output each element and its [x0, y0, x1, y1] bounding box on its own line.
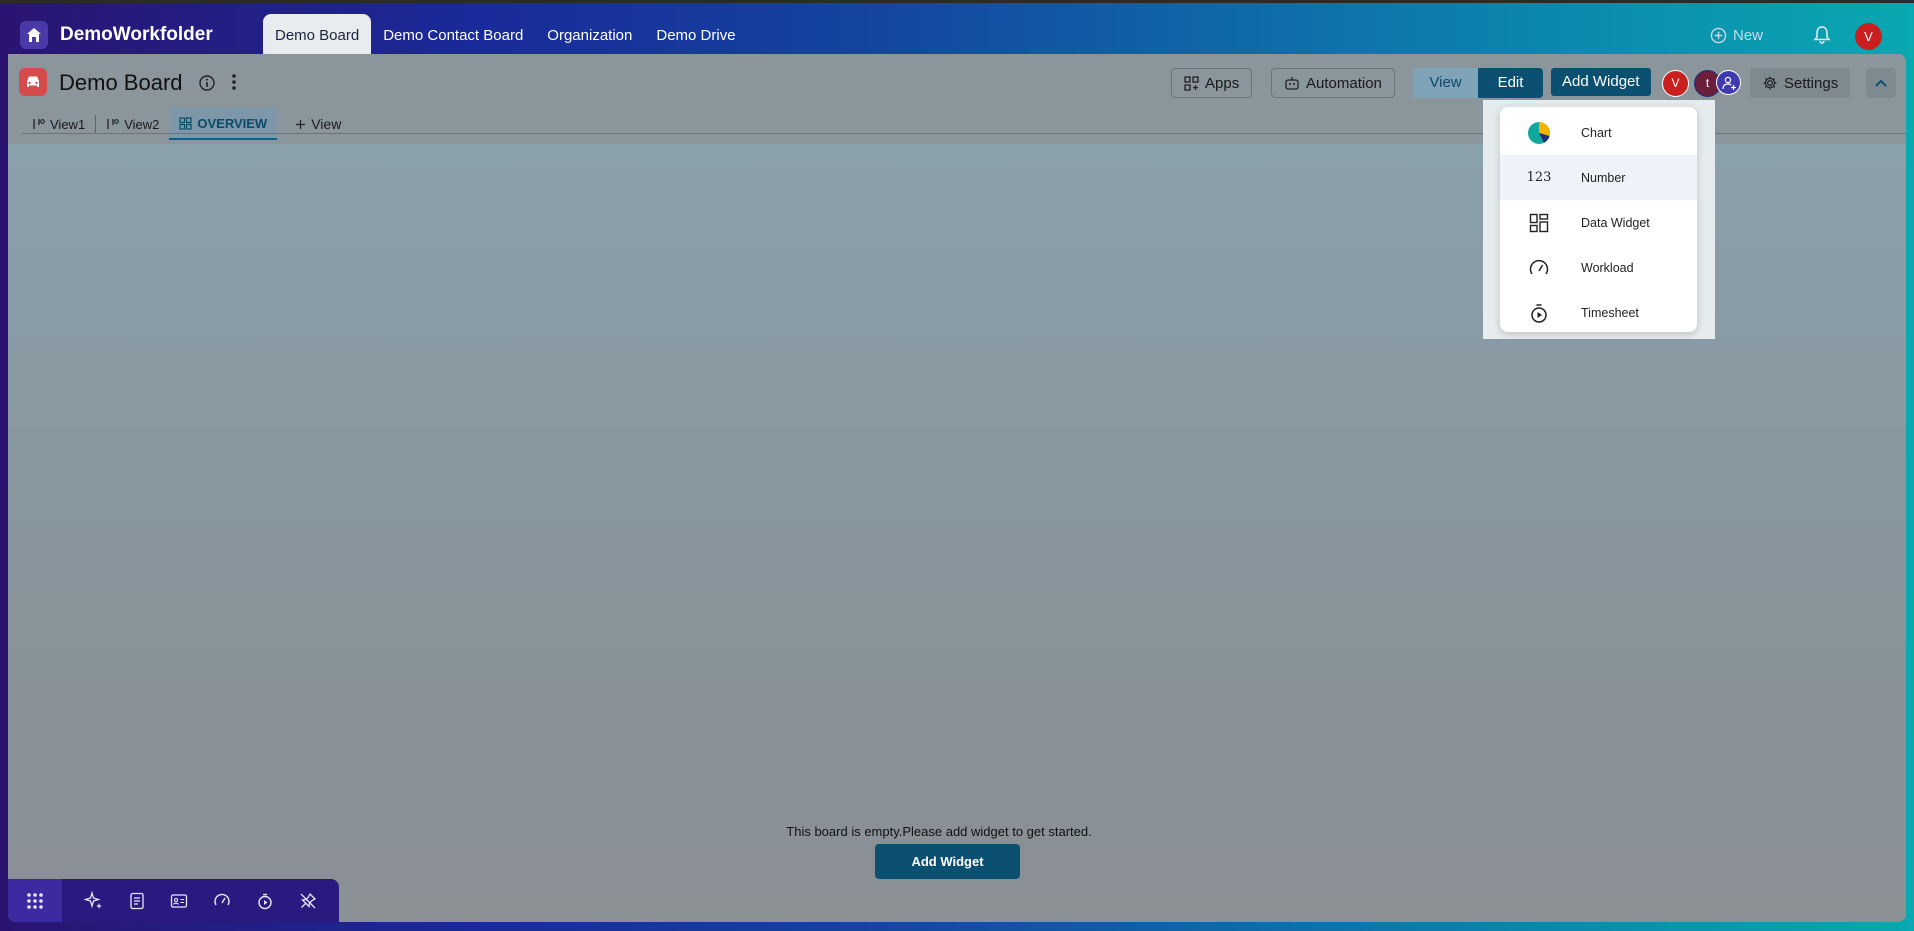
- add-widget-button[interactable]: Add Widget: [1551, 68, 1651, 96]
- member-initial: t: [1705, 76, 1710, 90]
- view-tab-view1[interactable]: View1: [22, 108, 95, 140]
- dashboard-icon: [179, 116, 192, 130]
- automation-label: Automation: [1306, 74, 1382, 92]
- empty-state-message: This board is empty.Please add widget to…: [786, 824, 1092, 839]
- menu-item-label: Data Widget: [1581, 215, 1650, 230]
- apps-dots-icon: [27, 892, 43, 909]
- notifications-button[interactable]: [1812, 25, 1832, 50]
- board-tabs: Demo Board Demo Contact Board Organizati…: [263, 14, 748, 54]
- robot-icon: [1285, 76, 1299, 90]
- board-title: Demo Board: [59, 70, 183, 95]
- menu-item-chart[interactable]: Chart: [1500, 110, 1697, 155]
- kanban-icon: [33, 119, 45, 129]
- grid-widget-icon: [1526, 210, 1552, 236]
- add-widget-menu: Chart 123 Number Data Widget Workload Ti…: [1500, 107, 1697, 332]
- menu-item-label: Chart: [1581, 125, 1612, 140]
- automation-button[interactable]: Automation: [1271, 68, 1395, 98]
- gauge-icon: [1526, 255, 1552, 281]
- car-icon: [27, 76, 39, 87]
- user-avatar[interactable]: V: [1855, 23, 1882, 50]
- add-member-button[interactable]: [1716, 70, 1741, 95]
- member-avatar[interactable]: V: [1662, 70, 1689, 97]
- menu-item-label: Number: [1581, 170, 1626, 185]
- kanban-icon: [107, 119, 120, 129]
- menu-item-data-widget[interactable]: Data Widget: [1500, 200, 1697, 245]
- view-tab-label: View1: [50, 116, 86, 132]
- sparkle-icon[interactable]: [84, 890, 104, 911]
- board-more-button[interactable]: [230, 72, 238, 97]
- top-navigation: DemoWorkfolder Demo Board Demo Contact B…: [0, 3, 1914, 54]
- chevron-up-icon: [1875, 79, 1887, 87]
- bell-icon: [1813, 26, 1831, 44]
- menu-item-workload[interactable]: Workload: [1500, 245, 1697, 290]
- home-icon: [27, 28, 41, 42]
- new-button-label: New: [1733, 27, 1764, 44]
- collapse-header-button[interactable]: [1866, 68, 1896, 98]
- view-tab-overview[interactable]: OVERVIEW: [169, 108, 278, 140]
- app-launcher-button[interactable]: [8, 879, 62, 922]
- info-icon: [199, 75, 215, 91]
- apps-grid-icon: [1184, 75, 1199, 91]
- bottom-toolbar: [62, 879, 339, 922]
- workspace-name[interactable]: DemoWorkfolder: [60, 24, 213, 46]
- plus-circle-icon: [1710, 27, 1727, 44]
- unpin-icon[interactable]: [299, 892, 317, 910]
- edit-mode-button[interactable]: Edit: [1478, 68, 1543, 98]
- gauge-icon[interactable]: [213, 892, 231, 910]
- empty-state-add-widget-button[interactable]: Add Widget: [875, 844, 1020, 879]
- contact-card-icon[interactable]: [170, 893, 188, 909]
- add-user-icon: [1721, 76, 1736, 90]
- stopwatch-icon[interactable]: [256, 892, 274, 910]
- board-info-button[interactable]: [198, 74, 216, 97]
- view-tab-label: View2: [124, 116, 160, 132]
- board-icon: [19, 68, 47, 96]
- add-view-label: View: [311, 116, 342, 132]
- more-vertical-icon: [232, 74, 236, 90]
- menu-item-label: Workload: [1581, 260, 1634, 275]
- home-button[interactable]: [20, 21, 48, 49]
- view-tab-view2[interactable]: View2: [96, 108, 169, 140]
- view-tab-label: OVERVIEW: [197, 115, 268, 131]
- tab-organization[interactable]: Organization: [535, 14, 644, 54]
- tab-demo-drive[interactable]: Demo Drive: [644, 14, 747, 54]
- gear-icon: [1763, 76, 1777, 90]
- document-icon[interactable]: [129, 892, 145, 910]
- apps-button[interactable]: Apps: [1171, 68, 1253, 98]
- tab-demo-contact-board[interactable]: Demo Contact Board: [371, 14, 535, 54]
- settings-button[interactable]: Settings: [1750, 68, 1851, 98]
- tab-demo-board[interactable]: Demo Board: [263, 14, 372, 54]
- menu-item-label: Timesheet: [1581, 305, 1639, 320]
- menu-item-number[interactable]: 123 Number: [1500, 155, 1697, 200]
- plus-icon: [296, 119, 306, 129]
- view-edit-toggle: View Edit: [1413, 68, 1543, 98]
- apps-label: Apps: [1205, 74, 1240, 92]
- menu-item-timesheet[interactable]: Timesheet: [1500, 290, 1697, 332]
- number-icon: 123: [1526, 165, 1552, 191]
- number-icon-text: 123: [1526, 170, 1552, 185]
- add-view-button[interactable]: View: [285, 108, 351, 140]
- settings-label: Settings: [1784, 74, 1839, 92]
- new-button[interactable]: New: [1710, 27, 1763, 44]
- view-tabs: View1 View2 OVERVIEW View: [22, 108, 351, 140]
- stopwatch-icon: [1526, 300, 1552, 326]
- view-mode-button[interactable]: View: [1413, 68, 1478, 98]
- pie-chart-icon: [1526, 120, 1552, 146]
